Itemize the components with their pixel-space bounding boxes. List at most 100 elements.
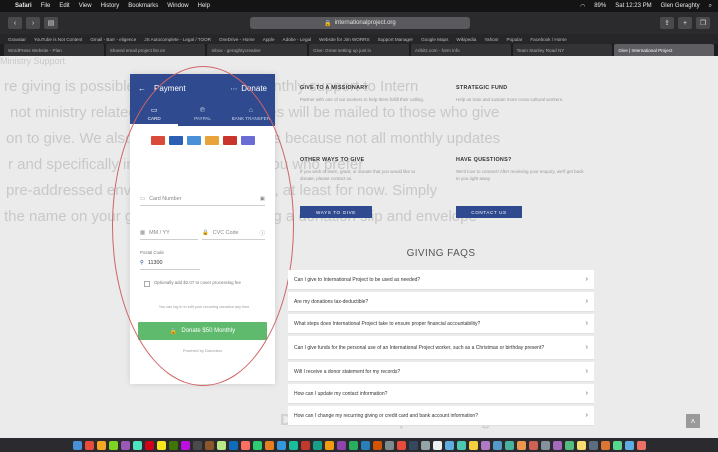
menu-help[interactable]: Help bbox=[198, 3, 210, 9]
bookmark-item[interactable]: Facebook / Home bbox=[530, 37, 566, 42]
dock-app-icon[interactable] bbox=[468, 440, 478, 450]
dock-app-icon[interactable] bbox=[132, 440, 142, 450]
dock-app-icon[interactable] bbox=[312, 440, 322, 450]
dock-app-icon[interactable] bbox=[144, 440, 154, 450]
dock-app-icon[interactable] bbox=[84, 440, 94, 450]
tabs-overview-icon[interactable]: ❐ bbox=[696, 17, 710, 29]
menu-app-name[interactable]: Safari bbox=[15, 3, 32, 9]
back-icon[interactable]: ‹ bbox=[8, 17, 22, 29]
dock-app-icon[interactable] bbox=[204, 440, 214, 450]
wifi-icon[interactable]: ◠ bbox=[580, 3, 585, 10]
method-bank[interactable]: ⌂ BANK TRANSFER bbox=[227, 102, 275, 126]
dock-app-icon[interactable] bbox=[120, 440, 130, 450]
bookmark-item[interactable]: JS Autocomplete - Legal / TOOR bbox=[144, 37, 211, 42]
menu-bookmarks[interactable]: Bookmarks bbox=[128, 3, 158, 9]
bookmark-item[interactable]: Support Manager bbox=[378, 37, 414, 42]
browser-tab[interactable]: Team Stanley Road NY bbox=[512, 44, 613, 56]
browser-tab[interactable]: Shared email project list on bbox=[105, 44, 206, 56]
dock-app-icon[interactable] bbox=[228, 440, 238, 450]
dock-app-icon[interactable] bbox=[588, 440, 598, 450]
menu-view[interactable]: View bbox=[79, 3, 92, 9]
card-number-field[interactable]: ▭ Card Number ▣ bbox=[140, 192, 265, 206]
expiry-field[interactable]: ▦ MM / YY bbox=[140, 226, 198, 240]
dock-app-icon[interactable] bbox=[180, 440, 190, 450]
dock-app-icon[interactable] bbox=[96, 440, 106, 450]
dock-app-icon[interactable] bbox=[348, 440, 358, 450]
dock-app-icon[interactable] bbox=[72, 440, 82, 450]
dock-app-icon[interactable] bbox=[564, 440, 574, 450]
cvc-field[interactable]: 🔒 CVC Code ⓘ bbox=[202, 226, 265, 240]
dock-app-icon[interactable] bbox=[600, 440, 610, 450]
fee-checkbox[interactable] bbox=[144, 281, 150, 287]
dock-app-icon[interactable] bbox=[636, 440, 646, 450]
dock-app-icon[interactable] bbox=[516, 440, 526, 450]
card-scan-icon[interactable]: ▣ bbox=[260, 196, 265, 202]
dock-app-icon[interactable] bbox=[420, 440, 430, 450]
faq-item[interactable]: Are my donations tax-deductible? › bbox=[288, 292, 594, 312]
bookmark-item[interactable]: Popular bbox=[507, 37, 523, 42]
faq-item[interactable]: Can I give funds for the personal use of… bbox=[288, 336, 594, 360]
menu-clock[interactable]: Sat 12:23 PM bbox=[615, 3, 651, 9]
dock-app-icon[interactable] bbox=[168, 440, 178, 450]
address-bar[interactable]: 🔒 internationalproject.org bbox=[250, 17, 470, 29]
faq-item[interactable]: How can I update my contact information?… bbox=[288, 384, 594, 404]
method-card[interactable]: ▭ CARD bbox=[130, 102, 179, 126]
dock-app-icon[interactable] bbox=[528, 440, 538, 450]
postal-code-field[interactable]: Postal Code ⚲ 11300 bbox=[140, 250, 200, 270]
faq-item[interactable]: Will I receive a donor statement for my … bbox=[288, 362, 594, 382]
sidebar-icon[interactable]: ▤ bbox=[44, 17, 58, 29]
search-icon[interactable]: ⌕ bbox=[709, 3, 712, 10]
ways-to-give-button[interactable]: WAYS TO GIVE bbox=[300, 206, 372, 218]
browser-tab[interactable]: Inbox - geraghtycreative bbox=[207, 44, 308, 56]
fee-option[interactable]: Optionally add $2.07 to cover processing… bbox=[144, 280, 264, 287]
dock-app-icon[interactable] bbox=[408, 440, 418, 450]
menu-history[interactable]: History bbox=[101, 3, 120, 9]
faq-item[interactable]: How can I change my recurring giving or … bbox=[288, 406, 594, 426]
bookmark-item[interactable]: OneDrive - Home bbox=[219, 37, 255, 42]
bookmark-item[interactable]: Gravatar bbox=[8, 37, 26, 42]
menu-user[interactable]: Glen Geraghty bbox=[661, 3, 700, 9]
dock-app-icon[interactable] bbox=[576, 440, 586, 450]
dock-app-icon[interactable] bbox=[336, 440, 346, 450]
menu-window[interactable]: Window bbox=[167, 3, 188, 9]
contact-us-button[interactable]: CONTACT US bbox=[456, 206, 522, 218]
dock-app-icon[interactable] bbox=[156, 440, 166, 450]
dock-app-icon[interactable] bbox=[552, 440, 562, 450]
powered-by[interactable]: Powered by Donorbox bbox=[130, 348, 275, 353]
browser-tab[interactable]: Give: Great setting up just in bbox=[309, 44, 409, 56]
browser-tab[interactable]: WordPress Website - Plan bbox=[4, 44, 104, 56]
method-paypal[interactable]: ℗ PAYPAL bbox=[178, 102, 226, 126]
dock-app-icon[interactable] bbox=[624, 440, 634, 450]
dock-app-icon[interactable] bbox=[264, 440, 274, 450]
dock-app-icon[interactable] bbox=[396, 440, 406, 450]
browser-tab-active[interactable]: Give | International Project bbox=[614, 44, 715, 56]
dock-app-icon[interactable] bbox=[612, 440, 622, 450]
dock-app-icon[interactable] bbox=[192, 440, 202, 450]
new-tab-icon[interactable]: + bbox=[678, 17, 692, 29]
back-arrow-icon[interactable]: ← bbox=[138, 84, 146, 93]
bookmark-item[interactable]: Adobe - Legal bbox=[283, 37, 312, 42]
donate-monthly-button[interactable]: 🔒 Donate $50 Monthly bbox=[138, 322, 267, 340]
dock-app-icon[interactable] bbox=[216, 440, 226, 450]
dock-app-icon[interactable] bbox=[252, 440, 262, 450]
bookmark-item[interactable]: Google Maps bbox=[421, 37, 448, 42]
forward-icon[interactable]: › bbox=[26, 17, 40, 29]
dock-app-icon[interactable] bbox=[276, 440, 286, 450]
dock-app-icon[interactable] bbox=[108, 440, 118, 450]
faq-item[interactable]: What steps does International Project ta… bbox=[288, 314, 594, 334]
menu-edit[interactable]: Edit bbox=[59, 3, 69, 9]
dock-app-icon[interactable] bbox=[444, 440, 454, 450]
bookmark-item[interactable]: Apple bbox=[263, 37, 275, 42]
bookmark-item[interactable]: Yahoo! bbox=[484, 37, 498, 42]
browser-tab[interactable]: Aribitz.com - form info bbox=[410, 44, 511, 56]
info-icon[interactable]: ⓘ bbox=[260, 229, 265, 237]
dock-app-icon[interactable] bbox=[540, 440, 550, 450]
dock-app-icon[interactable] bbox=[324, 440, 334, 450]
chevron-up-icon[interactable]: ˄ bbox=[686, 414, 700, 428]
dock-app-icon[interactable] bbox=[456, 440, 466, 450]
faq-item[interactable]: Can I give to International Project to b… bbox=[288, 270, 594, 290]
bookmark-item[interactable]: Gmail - Barr - eligence bbox=[90, 37, 136, 42]
dock-app-icon[interactable] bbox=[372, 440, 382, 450]
dock-app-icon[interactable] bbox=[288, 440, 298, 450]
dock-app-icon[interactable] bbox=[492, 440, 502, 450]
